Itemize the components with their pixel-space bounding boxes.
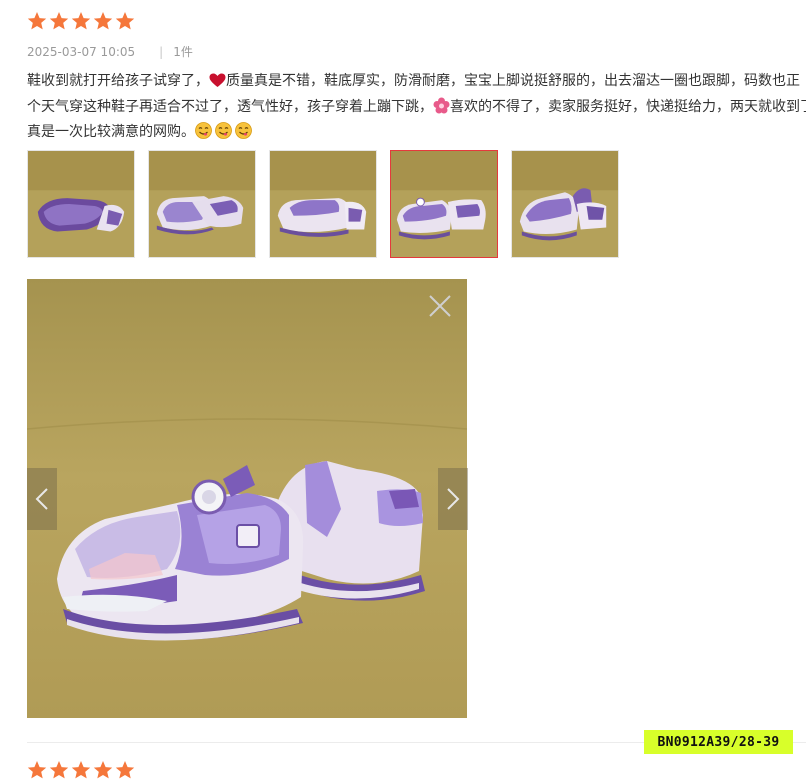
shoe-side-photo <box>270 151 376 257</box>
meta-divider: | <box>159 44 164 59</box>
close-icon <box>429 295 451 317</box>
photo-thumbnail-strip <box>27 150 619 258</box>
photo-viewer <box>27 279 467 718</box>
star-icon <box>93 12 113 30</box>
text-segment: 质量真是不错，鞋底厚实，防滑耐磨，宝宝上脚说挺舒服的，出去溜达一圈也跟脚，码数也… <box>226 73 800 89</box>
sku-label: BN0912A39/28-39 <box>644 730 793 754</box>
text-segment: 鞋收到就打开给孩子试穿了， <box>27 73 209 89</box>
star-icon <box>49 761 69 779</box>
shoe-front-photo <box>391 151 497 257</box>
chevron-right-icon <box>447 488 460 510</box>
shoe-pair-photo <box>149 151 255 257</box>
next-photo-button[interactable] <box>438 468 468 530</box>
heart-emoji-icon <box>209 73 226 96</box>
shoe-back-photo <box>512 151 618 257</box>
star-icon <box>115 12 135 30</box>
photo-thumbnail-4[interactable] <box>390 150 498 258</box>
review-date: 2025-03-07 10:05 <box>27 44 136 59</box>
previous-photo-button[interactable] <box>27 468 57 530</box>
shoe-sole-photo <box>28 151 134 257</box>
star-icon <box>71 761 91 779</box>
star-icon <box>71 12 91 30</box>
yum-emoji-icon <box>195 122 212 147</box>
yum-emoji-icon <box>235 122 252 147</box>
photo-thumbnail-2[interactable] <box>148 150 256 258</box>
shoe-large-photo <box>27 279 467 718</box>
photo-thumbnail-5[interactable] <box>511 150 619 258</box>
text-segment: 真是一次比较满意的网购。 <box>27 124 195 140</box>
rating-stars <box>27 11 135 31</box>
flower-emoji-icon <box>433 97 450 122</box>
purchase-quantity: 1件 <box>173 45 193 59</box>
star-icon <box>115 761 135 779</box>
text-segment: 个天气穿这种鞋子再适合不过了，透气性好，孩子穿着上蹦下跳， <box>27 98 433 115</box>
star-icon <box>27 761 47 779</box>
review-line-2: 个天气穿这种鞋子再适合不过了，透气性好，孩子穿着上蹦下跳， 喜欢的不得了，卖家服务… <box>27 96 806 122</box>
star-icon <box>49 12 69 30</box>
star-icon <box>93 761 113 779</box>
review-line-1: 鞋收到就打开给孩子试穿了， 质量真是不错，鞋底厚实，防滑耐磨，宝宝上脚说挺舒服的，… <box>27 70 806 96</box>
yum-emoji-icon <box>215 122 232 147</box>
next-review-rating-stars <box>27 760 135 780</box>
chevron-left-icon <box>35 488 48 510</box>
photo-thumbnail-1[interactable] <box>27 150 135 258</box>
close-viewer-button[interactable] <box>427 293 453 319</box>
photo-thumbnail-3[interactable] <box>269 150 377 258</box>
review-line-3: 真是一次比较满意的网购。 <box>27 121 806 147</box>
star-icon <box>27 12 47 30</box>
text-segment: 喜欢的不得了，卖家服务挺好，快递挺给力，两天就收到了 <box>450 98 806 115</box>
review-text: 鞋收到就打开给孩子试穿了， 质量真是不错，鞋底厚实，防滑耐磨，宝宝上脚说挺舒服的，… <box>27 70 806 147</box>
review-meta: 2025-03-07 10:05 | 1件 <box>27 43 193 60</box>
